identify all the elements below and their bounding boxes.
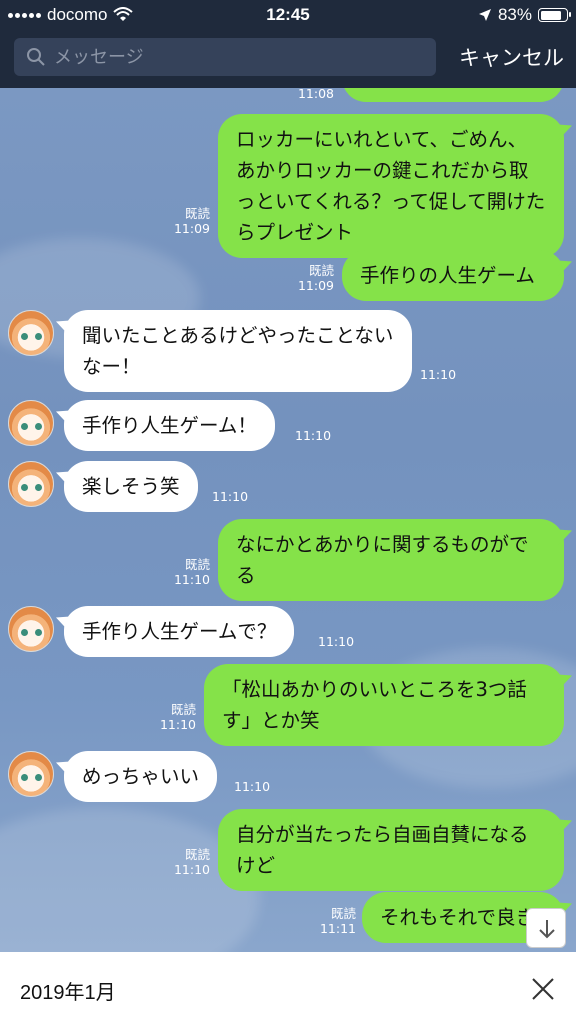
read-receipt: 既読 — [170, 702, 196, 717]
message-time: 11:10 — [318, 634, 355, 649]
message-bubble-outgoing[interactable]: 手作りの人生ゲーム — [342, 250, 564, 301]
chat-area[interactable]: 11:08 ロッカーにいれといて、ごめん、あかりロッカーの鍵これだから取っといて… — [0, 88, 576, 952]
message-time: 11:10 — [173, 862, 210, 877]
message-bubble-outgoing[interactable]: 自分が当たったら自画自賛になるけど — [218, 809, 564, 891]
close-icon[interactable] — [530, 976, 556, 1002]
status-right: 83% — [478, 5, 571, 25]
message-time: 11:10 — [420, 367, 457, 382]
message-bubble-outgoing[interactable]: ロッカーにいれといて、ごめん、あかりロッカーの鍵これだから取っといてくれる？って… — [218, 114, 564, 258]
location-arrow-icon — [478, 9, 491, 21]
message-bubble-incoming[interactable]: 楽しそう笑 — [64, 461, 198, 512]
battery-percent: 83% — [497, 5, 532, 24]
message-time: 11:11 — [319, 921, 356, 936]
message-bubble-incoming[interactable]: 聞いたことあるけどやったことないなー！ — [64, 310, 412, 392]
search-header: キャンセル — [0, 30, 576, 88]
message-meta: 既読 11:10 — [150, 702, 196, 732]
message-meta: 既読 11:09 — [164, 206, 210, 236]
message-time: 11:10 — [212, 489, 249, 504]
status-bar: docomo 12:45 83% — [0, 0, 576, 30]
avatar[interactable] — [8, 751, 54, 797]
message-meta: 既読 11:10 — [164, 557, 210, 587]
battery-icon — [538, 8, 571, 22]
search-box[interactable] — [14, 38, 436, 76]
message-time: 11:10 — [234, 779, 271, 794]
message-bubble-outgoing[interactable]: なにかとあかりに関するものがでる — [218, 519, 564, 601]
read-receipt: 既読 — [184, 847, 210, 862]
message-time: 11:08 — [297, 88, 334, 101]
message-time: 11:09 — [173, 221, 210, 236]
message-time: 11:10 — [173, 572, 210, 587]
message-time: 11:10 — [159, 717, 196, 732]
battery-fill — [540, 10, 562, 20]
message-bubble-incoming[interactable]: めっちゃいい — [64, 751, 218, 802]
search-input[interactable] — [54, 38, 424, 76]
search-icon — [27, 48, 45, 66]
message-bubble-incoming[interactable]: 手作り人生ゲームで？ — [64, 606, 295, 657]
message-bubble-outgoing[interactable]: 「松山あかりのいいところを3つ話す」とか笑 — [204, 664, 564, 746]
read-receipt: 既読 — [184, 206, 210, 221]
scroll-to-bottom-button[interactable] — [526, 908, 566, 948]
avatar[interactable] — [8, 461, 54, 507]
message-meta: 既読 11:11 — [310, 906, 356, 936]
message-bubble-incoming[interactable]: 手作り人生ゲーム！ — [64, 400, 275, 451]
avatar[interactable] — [8, 400, 54, 446]
avatar[interactable] — [8, 606, 54, 652]
message-time: 11:10 — [295, 428, 332, 443]
date-label[interactable]: 2019年1月 — [20, 976, 116, 1005]
cancel-button[interactable]: キャンセル — [459, 42, 564, 72]
avatar[interactable] — [8, 310, 54, 356]
date-bar: 2019年1月 — [0, 952, 576, 1024]
read-receipt: 既読 — [308, 263, 334, 278]
message-time: 11:09 — [297, 278, 334, 293]
message-meta: 既読 11:09 — [288, 263, 334, 293]
message-bubble-outgoing[interactable] — [342, 88, 564, 102]
message-meta: 既読 11:10 — [164, 847, 210, 877]
read-receipt: 既読 — [184, 557, 210, 572]
arrow-down-icon — [539, 920, 555, 939]
read-receipt: 既読 — [330, 906, 356, 921]
